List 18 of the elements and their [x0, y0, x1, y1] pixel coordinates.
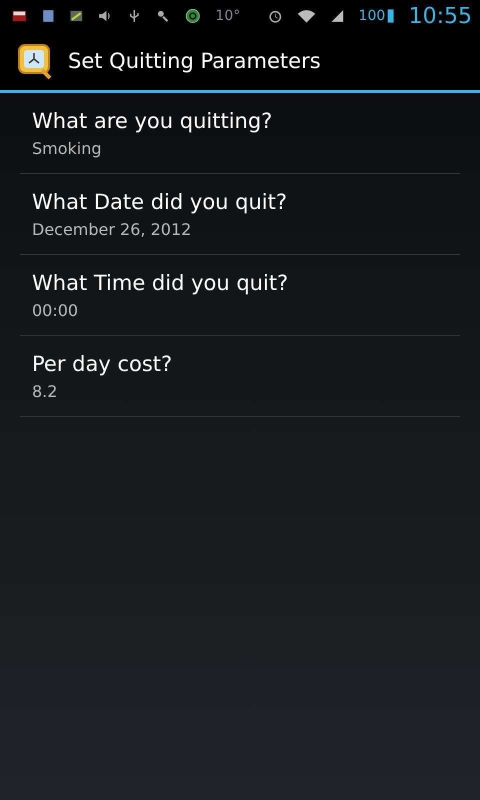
temperature-text: 10° [215, 8, 240, 24]
preference-row[interactable]: What Date did you quit? December 26, 2012 [20, 174, 460, 255]
clock-text: 10:55 [408, 4, 472, 28]
preference-title: What Time did you quit? [32, 270, 290, 294]
preference-title: What Date did you quit? [32, 190, 288, 214]
preference-summary: December 26, 2012 [32, 220, 192, 238]
preference-summary: Smoking [32, 138, 103, 158]
preference-row[interactable]: What are you quitting? Smoking [20, 93, 460, 174]
preference-row[interactable]: Per day cost? 8.2 [20, 336, 460, 417]
preference-row[interactable]: What Time did you quit? 00:00 [20, 255, 460, 336]
preference-title: Per day cost? [32, 352, 174, 376]
app-icon [16, 42, 54, 80]
preference-summary: 00:00 [32, 300, 80, 320]
preference-summary: 8.2 [32, 382, 58, 400]
screen-title: Set Quitting Parameters [68, 49, 321, 73]
preference-title: What are you quitting? [32, 108, 274, 132]
power-icon [184, 6, 202, 26]
battery-text: 100 [358, 8, 386, 24]
